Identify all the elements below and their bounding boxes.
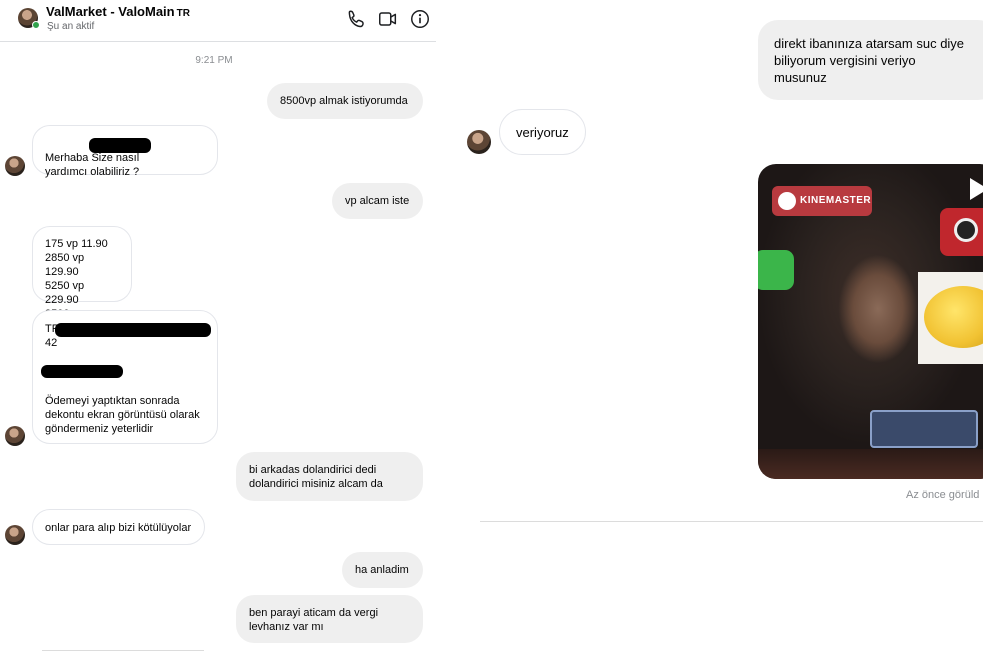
info-icon[interactable] (409, 8, 431, 30)
left-chat-panel: ValMarket - ValoMain TR Şu an aktif 9:21 … (0, 0, 436, 651)
message-timestamp: 9:21 PM (195, 55, 233, 66)
message-bubble-outgoing[interactable]: vp alcam iste (332, 183, 423, 219)
message-bubble-incoming[interactable]: veriyoruz (499, 109, 586, 155)
message-bubble-outgoing[interactable]: direkt ibanınıza atarsam suc diye biliyo… (758, 20, 983, 100)
screenshot-root: ValMarket - ValoMain TR Şu an aktif 9:21 … (0, 0, 983, 651)
kinemaster-logo-icon (778, 192, 796, 210)
contact-name-text: ValMarket - ValoMain (46, 4, 175, 19)
message-bubble-incoming[interactable]: onlar para alıp bizi kötülüyolar (32, 509, 205, 545)
screen-overlay (870, 410, 978, 448)
contact-name[interactable]: ValMarket - ValoMain TR (46, 4, 190, 19)
redacted-name (89, 138, 151, 153)
iban-text-end: 42 (45, 337, 58, 349)
contact-avatar[interactable] (18, 8, 40, 29)
divider (480, 521, 983, 522)
video-attachment[interactable]: KINEMASTER (758, 164, 983, 479)
record-dot-icon (954, 218, 978, 242)
message-bubble-outgoing[interactable]: ha anladim (342, 552, 423, 588)
redacted-iban (55, 323, 211, 337)
video-call-icon[interactable] (377, 8, 399, 30)
online-indicator (32, 21, 40, 29)
chat-header: ValMarket - ValoMain TR Şu an aktif (0, 0, 436, 42)
sender-avatar (5, 426, 25, 446)
video-bottom-shade (758, 449, 983, 479)
active-status: Şu an aktif (47, 21, 95, 32)
message-bubble-incoming[interactable]: TR 42 Ödemeyi yaptıktan sonrada dekontu … (32, 310, 218, 444)
message-bubble-outgoing[interactable]: 8500vp almak istiyorumda (267, 83, 423, 119)
sender-avatar (467, 130, 491, 154)
right-chat-panel: direkt ibanınıza atarsam suc diye biliyo… (436, 0, 983, 651)
message-text: Merhaba Size nasıl yardımcı olabiliriz ? (45, 152, 140, 178)
message-bubble-incoming[interactable]: 175 vp 11.90 2850 vp 129.90 5250 vp 229.… (32, 226, 132, 334)
sender-avatar (5, 525, 25, 545)
message-bubble-incoming[interactable]: Merhaba Size nasıl yardımcı olabiliriz ? (32, 125, 218, 178)
sender-avatar (5, 156, 25, 176)
phone-call-icon[interactable] (346, 8, 368, 30)
message-bubble-outgoing[interactable]: bi arkadas dolandirici dedi dolandirici … (236, 452, 423, 501)
play-icon[interactable] (970, 178, 983, 200)
seen-receipt: Az önce görüld (906, 489, 980, 501)
country-flag: TR (176, 8, 190, 19)
payment-instructions: Ödemeyi yaptıktan sonrada dekontu ekran … (45, 395, 200, 435)
message-bubble-outgoing[interactable]: ben parayi aticam da vergi levhanız var … (236, 595, 423, 643)
line-app-icon (758, 250, 794, 290)
redacted-account-name (41, 365, 123, 378)
